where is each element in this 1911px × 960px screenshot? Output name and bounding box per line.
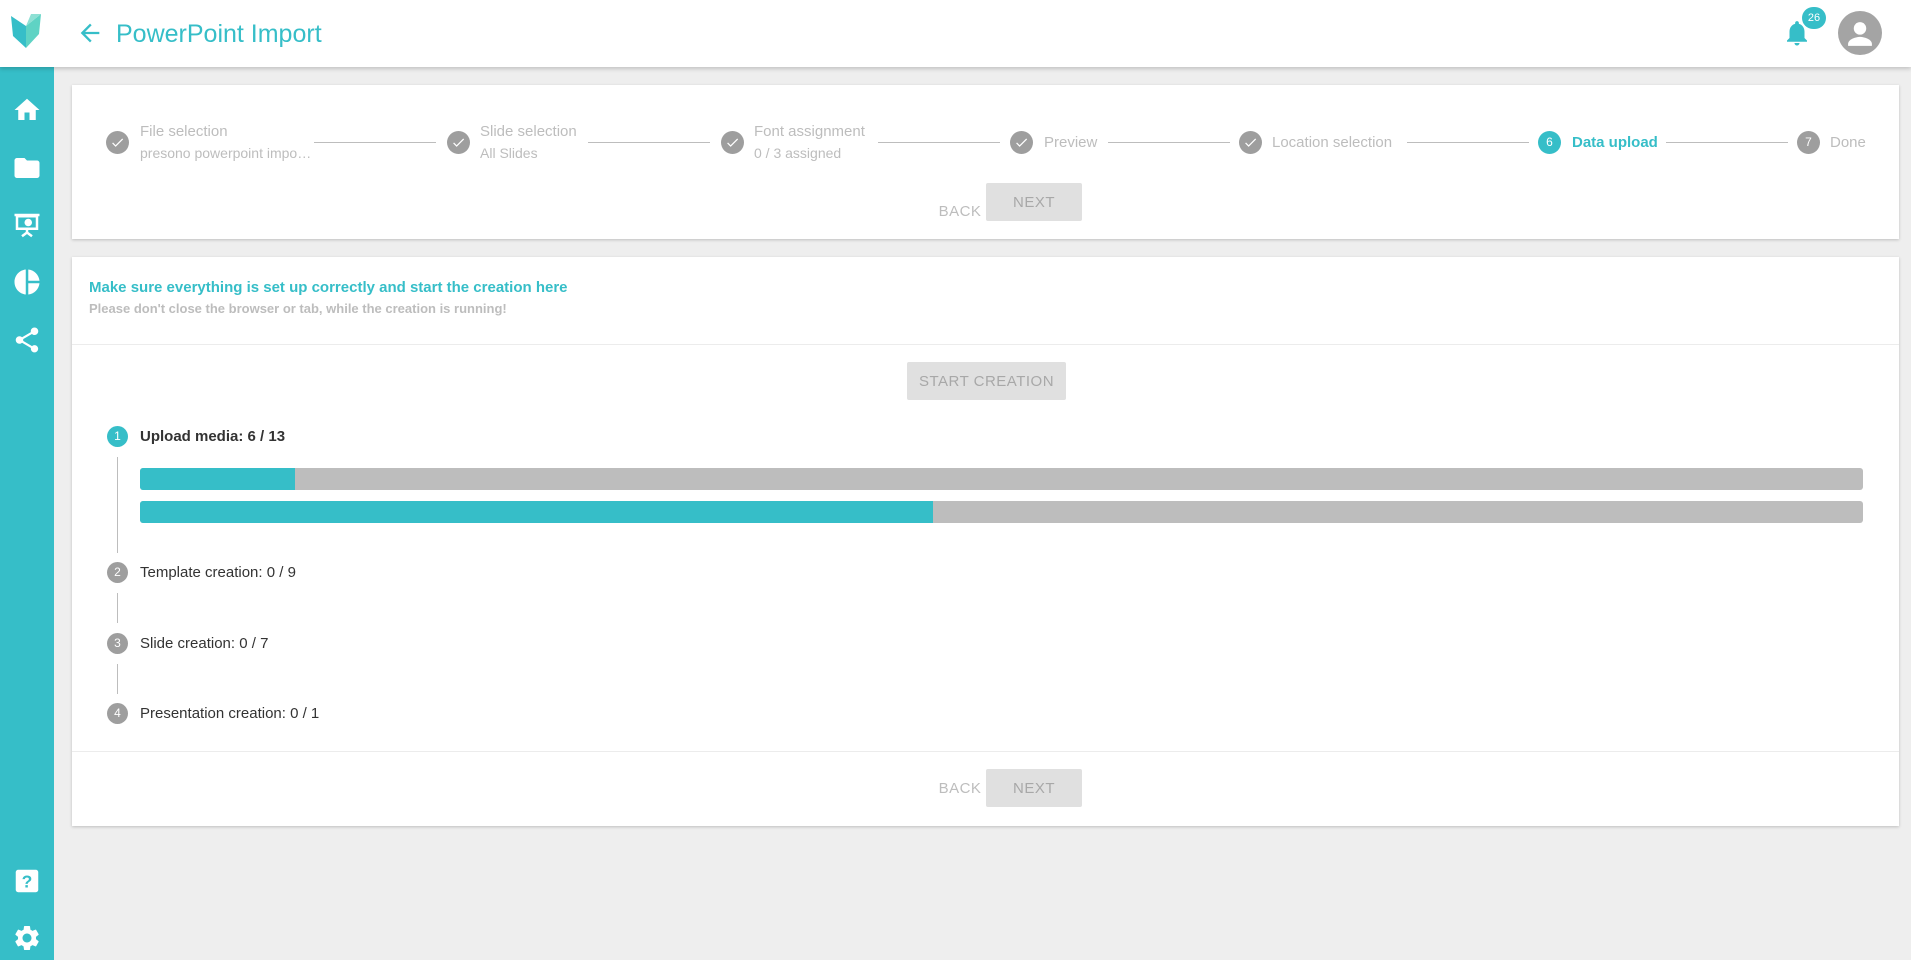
user-avatar[interactable]	[1838, 11, 1882, 55]
progress-fill	[140, 501, 933, 523]
step-connector	[1108, 142, 1230, 143]
divider	[72, 344, 1899, 345]
step-6-number[interactable]: 6	[1538, 131, 1561, 154]
step-1-title[interactable]: File selection	[140, 123, 228, 140]
step-1-done-icon[interactable]	[106, 131, 129, 154]
step-3-subtitle: 0 / 3 assigned	[754, 145, 842, 161]
step-2-done-icon[interactable]	[447, 131, 470, 154]
home-icon[interactable]	[12, 95, 42, 125]
task-connector	[117, 593, 118, 623]
progress-fill	[140, 468, 296, 490]
svg-text:?: ?	[22, 871, 33, 891]
task-2-number: 2	[107, 562, 128, 583]
step-2-title[interactable]: Slide selection	[480, 123, 577, 140]
step-3-title[interactable]: Font assignment	[754, 123, 865, 140]
creation-card: Make sure everything is set up correctly…	[72, 257, 1899, 826]
step-3-done-icon[interactable]	[721, 131, 744, 154]
step-connector	[878, 142, 1000, 143]
step-connector	[1407, 142, 1529, 143]
start-creation-button[interactable]: START CREATION	[907, 362, 1066, 400]
settings-icon[interactable]	[12, 923, 42, 953]
notification-badge: 26	[1802, 7, 1826, 29]
upload-progress-bar-1	[140, 468, 1863, 490]
next-button-bottom[interactable]: NEXT	[986, 769, 1082, 807]
task-connector	[117, 457, 118, 553]
app-header: PowerPoint Import 26	[0, 0, 1911, 67]
task-4-label: Presentation creation: 0 / 1	[140, 705, 320, 722]
presentation-icon[interactable]	[12, 210, 42, 240]
share-icon[interactable]	[12, 325, 42, 355]
step-7-title[interactable]: Done	[1830, 134, 1866, 151]
step-connector	[588, 142, 710, 143]
pie-chart-icon[interactable]	[12, 267, 42, 297]
task-connector	[117, 664, 118, 694]
task-1-number: 1	[107, 426, 128, 447]
task-4-number: 4	[107, 703, 128, 724]
step-4-done-icon[interactable]	[1010, 131, 1033, 154]
step-connector	[1666, 142, 1788, 143]
upload-progress-bar-2	[140, 501, 1863, 523]
stepper-card: File selection presono powerpoint import…	[72, 85, 1899, 239]
step-5-done-icon[interactable]	[1239, 131, 1262, 154]
section-subtitle: Please don't close the browser or tab, w…	[89, 301, 507, 316]
step-5-title[interactable]: Location selection	[1272, 134, 1392, 151]
step-7-number[interactable]: 7	[1797, 131, 1820, 154]
page-title: PowerPoint Import	[116, 20, 322, 48]
divider	[72, 751, 1899, 752]
person-icon	[1848, 22, 1872, 46]
task-1-label: Upload media: 6 / 13	[140, 428, 286, 445]
sidebar: ?	[0, 67, 54, 960]
task-2-label: Template creation: 0 / 9	[140, 564, 296, 581]
step-4-title[interactable]: Preview	[1044, 134, 1097, 151]
back-arrow-icon[interactable]	[76, 19, 104, 47]
step-1-subtitle: presono powerpoint import test	[140, 145, 312, 161]
task-3-label: Slide creation: 0 / 7	[140, 635, 269, 652]
help-icon[interactable]: ?	[12, 866, 42, 896]
step-connector	[314, 142, 436, 143]
task-3-number: 3	[107, 633, 128, 654]
folder-icon[interactable]	[12, 153, 42, 183]
step-2-subtitle: All Slides	[480, 145, 538, 161]
section-title: Make sure everything is set up correctly…	[89, 279, 568, 296]
step-6-title[interactable]: Data upload	[1572, 134, 1658, 151]
app-logo-icon[interactable]	[9, 12, 43, 50]
next-button[interactable]: NEXT	[986, 183, 1082, 221]
